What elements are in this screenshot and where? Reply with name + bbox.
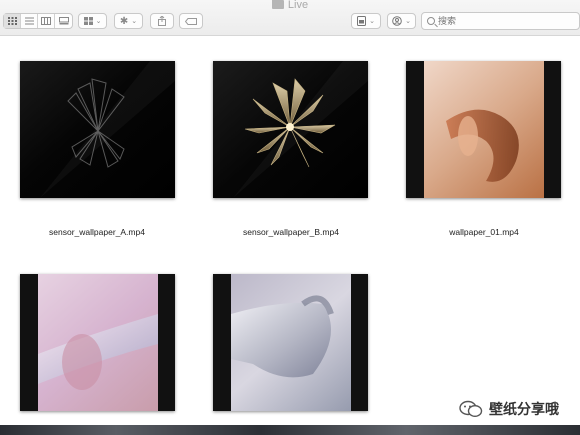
share-icon [158, 16, 166, 26]
folder-icon [271, 0, 284, 9]
file-name[interactable]: sensor_wallpaper_A.mp4 [7, 227, 187, 237]
window-title-text: Live [287, 0, 309, 11]
grid-icon [7, 17, 17, 25]
gear-icon: ✱ [119, 15, 129, 27]
list-view-button[interactable] [21, 14, 38, 28]
desktop-background-strip [0, 425, 580, 435]
columns-icon [41, 17, 51, 25]
file-thumbnail[interactable] [20, 61, 175, 198]
share-button[interactable] [150, 13, 174, 29]
gallery-icon [58, 17, 69, 25]
file-name[interactable]: sensor_wallpaper_B.mp4 [201, 227, 381, 237]
icon-view-button[interactable] [4, 14, 21, 28]
chevron-down-icon: ⌄ [131, 18, 138, 25]
column-view-button[interactable] [38, 14, 55, 28]
chevron-down-icon: ⌄ [369, 18, 375, 25]
tag-icon [185, 17, 197, 25]
account-icon [392, 16, 402, 26]
video-thumbnail-image [406, 61, 561, 198]
file-thumbnail[interactable] [213, 61, 368, 198]
watermark: 壁纸分享哦 [459, 399, 559, 419]
watermark-text: 壁纸分享哦 [489, 402, 559, 418]
list-icon [24, 17, 34, 25]
tag-button[interactable] [179, 13, 203, 29]
gallery-view-button[interactable] [55, 14, 72, 28]
quicklook-icon [357, 16, 367, 26]
group-by-button[interactable]: ⌄ [78, 13, 107, 29]
file-thumbnail[interactable] [20, 274, 175, 411]
file-name[interactable]: wallpaper_01.mp4 [394, 227, 574, 237]
group-grid-icon [83, 17, 93, 25]
finder-toolbar: Live ⌄ ✱ ⌄ ⌄ ⌄ [0, 0, 580, 36]
quicklook-button[interactable]: ⌄ [351, 13, 381, 29]
file-thumbnail[interactable] [213, 274, 368, 411]
account-button[interactable]: ⌄ [387, 13, 416, 29]
video-thumbnail-image [20, 274, 175, 411]
file-thumbnail[interactable] [406, 61, 561, 198]
view-mode-segment [3, 13, 73, 29]
video-thumbnail-image [213, 274, 368, 411]
wechat-icon [459, 400, 483, 418]
search-input[interactable] [438, 16, 568, 26]
action-button[interactable]: ✱ ⌄ [114, 13, 143, 29]
chevron-down-icon: ⌄ [405, 18, 411, 25]
search-field[interactable] [421, 12, 580, 30]
video-thumbnail-image [20, 61, 175, 198]
search-icon [427, 17, 435, 25]
video-thumbnail-image [213, 61, 368, 198]
window-title: Live [0, 0, 580, 11]
chevron-down-icon: ⌄ [95, 18, 102, 25]
